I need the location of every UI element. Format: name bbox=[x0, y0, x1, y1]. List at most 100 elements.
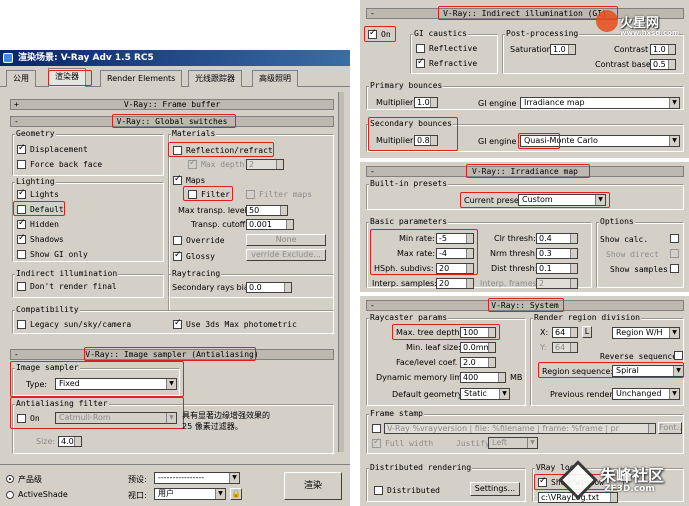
justify-dropdown[interactable]: Left ▼ bbox=[488, 437, 538, 449]
region-x-spinner[interactable]: 64 bbox=[552, 327, 578, 338]
aa-size-spinner[interactable]: 4.0 bbox=[58, 436, 82, 447]
raycaster-label: Raycaster params bbox=[369, 313, 449, 322]
contrast-spinner[interactable]: 1.0 bbox=[650, 44, 676, 55]
dont-render-final-checkbox[interactable] bbox=[17, 282, 26, 291]
primary-multiplier-label: Multiplier bbox=[376, 98, 414, 107]
previous-render-dropdown[interactable]: Unchanged ▼ bbox=[612, 388, 680, 400]
reverse-sequence-checkbox[interactable] bbox=[674, 351, 683, 360]
watermark-top-url: www.hxsd.com bbox=[620, 29, 680, 37]
watermark-bottom-url: ZF3D.com bbox=[604, 484, 655, 494]
glossy-label: Glossy bbox=[186, 252, 215, 261]
interp-samples-label: Interp. samples: bbox=[372, 279, 437, 288]
show-direct-checkbox[interactable] bbox=[670, 249, 679, 258]
interp-frames-spinner[interactable]: 2 bbox=[536, 278, 578, 289]
window-title-bar: 渲染场景: V-Ray Adv 1.5 RC5 bbox=[0, 50, 350, 66]
region-lock-button[interactable]: L bbox=[582, 326, 592, 338]
rollout-frame-buffer[interactable]: + V-Ray:: Frame buffer bbox=[10, 99, 334, 110]
contrast-base-spinner[interactable]: 0.5 bbox=[650, 59, 676, 70]
highlight-system-rollout bbox=[488, 298, 564, 312]
region-wh-dropdown[interactable]: Region W/H ▼ bbox=[612, 327, 680, 339]
distributed-checkbox[interactable] bbox=[374, 486, 383, 495]
force-back-face-checkbox[interactable] bbox=[17, 160, 26, 169]
dist-thresh-spinner[interactable]: 0.1 bbox=[536, 263, 578, 274]
highlight-global-switches bbox=[112, 114, 236, 128]
frame-stamp-text[interactable]: V-Ray %vrayversion | file: %filename | f… bbox=[384, 423, 656, 434]
interp-samples-spinner[interactable]: 20 bbox=[436, 278, 474, 289]
production-label: 产品级 bbox=[18, 475, 42, 484]
glossy-checkbox[interactable] bbox=[173, 250, 182, 261]
reflective-checkbox[interactable] bbox=[416, 44, 425, 53]
tab-render-elements[interactable]: Render Elements bbox=[100, 70, 183, 87]
max-depth-checkbox[interactable] bbox=[188, 158, 197, 169]
highlight-reflection bbox=[168, 142, 274, 157]
tab-common[interactable]: 公用 bbox=[6, 70, 36, 87]
contrast-label: Contrast bbox=[614, 45, 649, 54]
clr-thresh-spinner[interactable]: 0.4 bbox=[536, 233, 578, 244]
show-samples-checkbox[interactable] bbox=[670, 264, 679, 273]
default-geometry-dropdown[interactable]: Static ▼ bbox=[460, 388, 510, 400]
contrast-base-label: Contrast base bbox=[595, 60, 651, 69]
lighting-label: Lighting bbox=[15, 177, 56, 186]
reverse-sequence-label: Reverse sequence bbox=[600, 352, 678, 361]
legacy-sun-sky-checkbox[interactable] bbox=[17, 320, 26, 329]
tab-advanced-lighting[interactable]: 高级照明 bbox=[252, 70, 298, 87]
override-exclude-button[interactable]: verride Exclude... bbox=[246, 249, 326, 261]
primary-multiplier-spinner[interactable]: 1.0 bbox=[414, 97, 438, 108]
previous-render-label: Previous render: bbox=[550, 390, 616, 399]
max-depth-spinner[interactable]: 2 bbox=[246, 159, 284, 170]
distributed-settings-button[interactable]: Settings... bbox=[470, 482, 520, 496]
highlight-indirect-rollout bbox=[438, 6, 618, 20]
show-calc-checkbox[interactable] bbox=[670, 234, 679, 243]
displacement-checkbox[interactable] bbox=[17, 143, 26, 154]
reflective-label: Reflective bbox=[429, 44, 478, 53]
min-leaf-size-label: Min. leaf size: bbox=[406, 343, 461, 352]
primary-bounces-label: Primary bounces bbox=[369, 81, 444, 90]
saturation-label: Saturation bbox=[510, 45, 552, 54]
highlight-secondary-bounces bbox=[368, 117, 458, 151]
secondary-bias-spinner[interactable]: 0.0 bbox=[246, 282, 292, 293]
hidden-lights-checkbox[interactable] bbox=[17, 218, 26, 229]
lights-checkbox[interactable] bbox=[17, 188, 26, 199]
scrollbar[interactable] bbox=[338, 92, 344, 452]
shadows-checkbox[interactable] bbox=[17, 233, 26, 244]
face-level-coef-label: Face/level coef. bbox=[396, 358, 458, 367]
mb-label: MB bbox=[510, 373, 523, 382]
show-gi-only-checkbox[interactable] bbox=[17, 250, 26, 259]
override-none-button[interactable]: None bbox=[246, 234, 326, 246]
region-y-spinner[interactable]: 64 bbox=[552, 342, 578, 353]
refractive-checkbox[interactable] bbox=[416, 57, 425, 68]
watermark-bottom: 朱峰社区 ZF3D.com bbox=[558, 460, 686, 504]
tab-raytracer[interactable]: 光线跟踪器 bbox=[188, 70, 242, 87]
viewport-dropdown[interactable]: 用户 ▼ bbox=[154, 488, 226, 500]
window-title: 渲染场景: V-Ray Adv 1.5 RC5 bbox=[18, 53, 154, 63]
force-back-face-label: Force back face bbox=[30, 160, 103, 169]
maps-checkbox[interactable] bbox=[173, 174, 182, 185]
activeshade-radio[interactable] bbox=[6, 491, 14, 499]
render-scene-window: 渲染场景: V-Ray Adv 1.5 RC5 公用 渲染器 Render El… bbox=[0, 50, 350, 506]
default-geometry-label: Default geometry: bbox=[392, 390, 465, 399]
use-3ds-photometric-checkbox[interactable] bbox=[173, 318, 182, 329]
transp-cutoff-spinner[interactable]: 0.001 bbox=[246, 219, 294, 230]
filter-maps-checkbox[interactable] bbox=[246, 190, 255, 199]
override-label: Override bbox=[186, 236, 225, 245]
production-radio[interactable] bbox=[6, 475, 14, 483]
group-gi-caustics bbox=[410, 34, 498, 74]
highlight-basic-params bbox=[370, 229, 478, 275]
render-button[interactable]: 渲染 bbox=[284, 472, 342, 500]
max-transp-spinner[interactable]: 50 bbox=[246, 205, 288, 216]
highlight-gi-on bbox=[364, 26, 396, 42]
preset-dropdown[interactable]: ---------------- ▼ bbox=[154, 472, 240, 484]
saturation-spinner[interactable]: 1.0 bbox=[550, 44, 576, 55]
dynamic-memory-spinner[interactable]: 400 bbox=[460, 372, 506, 383]
primary-engine-dropdown[interactable]: Irradiance map ▼ bbox=[520, 97, 680, 109]
min-leaf-size-spinner[interactable]: 0.0mm bbox=[460, 342, 496, 353]
frame-stamp-checkbox[interactable] bbox=[372, 424, 381, 433]
nrm-thresh-spinner[interactable]: 0.3 bbox=[536, 248, 578, 259]
full-width-checkbox[interactable] bbox=[372, 437, 381, 448]
lock-viewport-button[interactable]: 🔒 bbox=[230, 488, 242, 500]
face-level-coef-spinner[interactable]: 2.0 bbox=[460, 357, 496, 368]
font-button[interactable]: Font... bbox=[658, 422, 682, 434]
override-checkbox[interactable] bbox=[173, 236, 182, 245]
highlight-current-preset bbox=[460, 192, 610, 208]
compatibility-label: Compatibility bbox=[15, 305, 80, 314]
